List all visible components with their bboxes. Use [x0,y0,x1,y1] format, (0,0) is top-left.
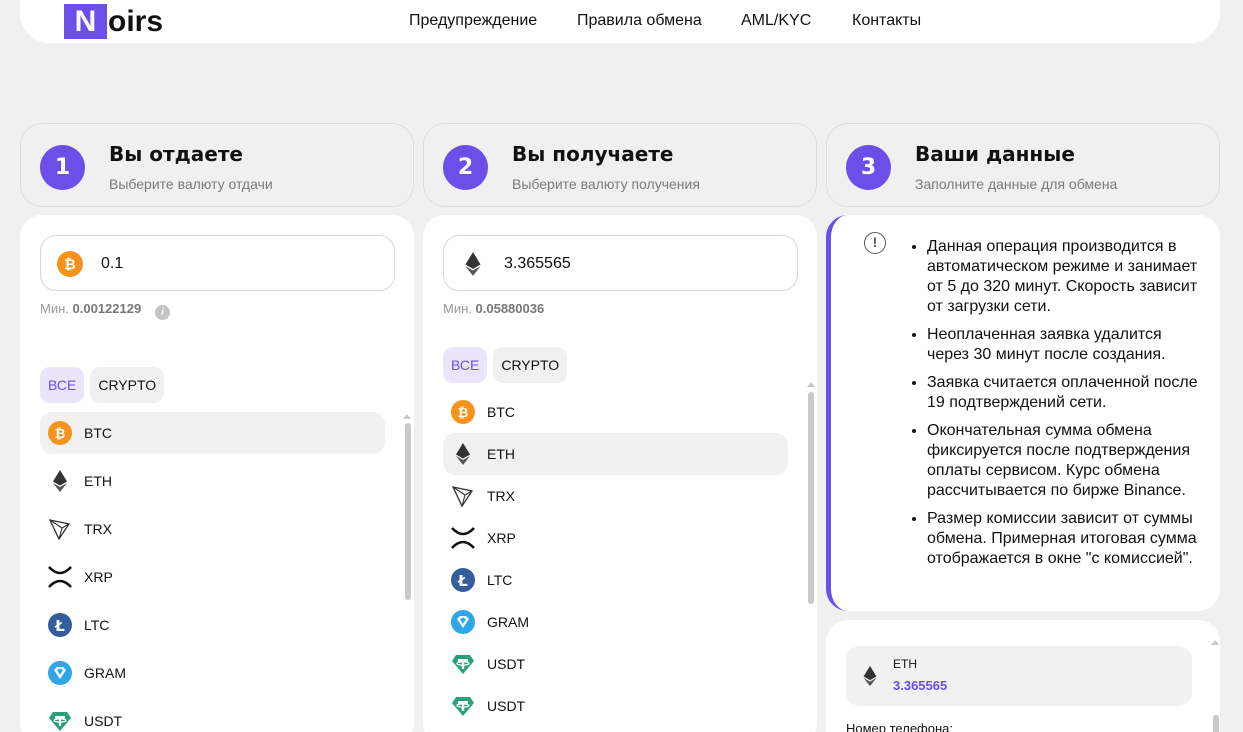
notes-list: Данная операция производится в автоматич… [906,237,1206,577]
info-panel: ! Данная операция производится в автомат… [826,215,1220,611]
xrp-icon [451,526,475,550]
give-list-scrollbar[interactable] [405,423,411,600]
give-amount-input[interactable]: ₿ 0.1 [40,235,395,291]
coin-item-trx[interactable]: TRX [40,508,385,550]
coin-item-usdt[interactable]: USDT [443,643,788,685]
coin-item-xrp[interactable]: XRP [443,517,788,559]
btc-icon: ₿ [57,251,83,282]
receive-min-value: 0.05880036 [475,301,545,316]
summary-panel: ETH 3.365565 Номер телефона: [826,620,1220,732]
receive-coin-list: ₿ BTC ETH TRX XRP Ł LTC GRAM USDT USDT [443,391,788,727]
scroll-up-arrow[interactable] [1211,640,1219,645]
gram-icon [451,610,475,634]
step-card-details: 3 Ваши данные Заполните данные для обмен… [826,123,1220,207]
scroll-up-arrow[interactable] [403,414,411,419]
receive-filters: ВСЕ CRYPTO [443,347,568,383]
receive-amount-value: 3.365565 [504,255,571,272]
step-subtitle: Выберите валюту отдачи [109,176,273,192]
give-coin-list: ₿ BTC ETH TRX XRP Ł LTC GRAM USDT [40,412,385,732]
coin-item-btc[interactable]: ₿ BTC [443,391,788,433]
btc-icon: ₿ [451,400,475,424]
coin-item-usdt[interactable]: USDT [40,700,385,732]
trx-icon [451,484,475,508]
exclamation-icon: ! [864,232,886,254]
top-header: N oirs Предупреждение Правила обмена AML… [20,0,1220,43]
give-min-amount: Мин. 0.00122129 i [40,301,170,320]
step-card-receive: 2 Вы получаете Выберите валюту получения [423,123,817,207]
coin-item-eth[interactable]: ETH [40,460,385,502]
note-item: Размер комиссии зависит от суммы обмена.… [927,509,1206,569]
gram-icon [48,661,72,685]
usdt-icon [451,694,475,718]
coin-item-usdt[interactable]: USDT [443,685,788,727]
receive-min-amount: Мин. 0.05880036 [443,301,545,316]
nav-link-warning[interactable]: Предупреждение [409,12,537,30]
step-card-give: 1 Вы отдаете Выберите валюту отдачи [20,123,414,207]
coin-item-btc[interactable]: ₿ BTC [40,412,385,454]
nav-link-contacts[interactable]: Контакты [852,12,921,30]
phone-label: Номер телефона: [846,721,953,732]
usdt-icon [48,709,72,732]
svg-text:₿: ₿ [64,257,75,273]
receive-amount-input[interactable]: 3.365565 [443,235,798,291]
coin-item-trx[interactable]: TRX [443,475,788,517]
step-number: 2 [443,145,488,190]
coin-item-ltc[interactable]: Ł LTC [443,559,788,601]
step-number: 1 [40,145,85,190]
note-item: Окончательная сумма обмена фиксируется п… [927,421,1206,501]
nav-link-aml-kyc[interactable]: AML/KYC [741,12,811,30]
give-panel: ₿ 0.1 Мин. 0.00122129 i ВСЕ CRYPTO ₿ BTC… [20,215,414,732]
eth-icon [460,251,486,282]
receive-panel: 3.365565 Мин. 0.05880036 ВСЕ CRYPTO ₿ BT… [423,215,817,732]
receive-list-scrollbar[interactable] [808,392,814,604]
step-subtitle: Выберите валюту получения [512,176,700,192]
svg-text:₿: ₿ [458,406,469,421]
step-title: Вы получаете [512,142,674,166]
eth-icon [48,469,72,493]
coin-item-gram[interactable]: GRAM [443,601,788,643]
give-amount-value: 0.1 [101,255,124,272]
coin-item-ltc[interactable]: Ł LTC [40,604,385,646]
step-title: Вы отдаете [109,142,243,166]
svg-text:Ł: Ł [54,617,65,635]
note-item: Неоплаченная заявка удалится через 30 ми… [927,325,1206,365]
svg-text:₿: ₿ [55,427,66,442]
xrp-icon [48,565,72,589]
coin-item-eth[interactable]: ETH [443,433,788,475]
coin-item-xrp[interactable]: XRP [40,556,385,598]
step-number: 3 [846,145,891,190]
info-icon[interactable]: i [154,305,170,320]
give-filters: ВСЕ CRYPTO [40,367,165,403]
filter-crypto[interactable]: CRYPTO [493,347,568,383]
summary-coin: ETH [893,657,917,671]
step-title: Ваши данные [915,142,1075,166]
ltc-icon: Ł [48,613,72,637]
give-min-value: 0.00122129 [72,301,142,316]
nav-link-exchange-rules[interactable]: Правила обмена [577,12,702,30]
summary-amount: 3.365565 [893,678,948,693]
filter-all[interactable]: ВСЕ [40,367,85,403]
main-nav: Предупреждение Правила обмена AML/KYC Ко… [20,0,1220,43]
btc-icon: ₿ [48,421,72,445]
scroll-up-arrow[interactable] [807,382,815,387]
filter-all[interactable]: ВСЕ [443,347,488,383]
coin-item-gram[interactable]: GRAM [40,652,385,694]
svg-text:Ł: Ł [457,572,468,590]
eth-icon [859,663,881,694]
note-item: Данная операция производится в автоматич… [927,237,1206,317]
note-item: Заявка считается оплаченной после 19 под… [927,373,1206,413]
filter-crypto[interactable]: CRYPTO [90,367,165,403]
receive-summary: ETH 3.365565 [846,646,1192,706]
trx-icon [48,517,72,541]
step-subtitle: Заполните данные для обмена [915,176,1118,192]
eth-icon [451,442,475,466]
summary-scrollbar[interactable] [1213,715,1219,732]
usdt-icon [451,652,475,676]
ltc-icon: Ł [451,568,475,592]
